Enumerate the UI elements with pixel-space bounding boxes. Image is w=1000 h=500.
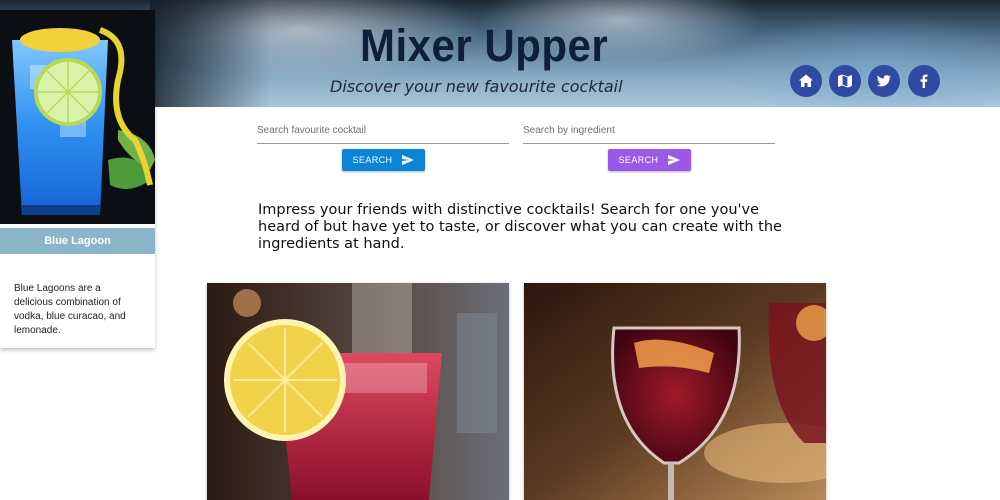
cocktail-card[interactable] [524, 283, 826, 500]
map-icon[interactable] [829, 65, 861, 97]
page: Mixer Upper Discover your new favourite … [0, 0, 1000, 500]
intro-text: Impress your friends with distinctive co… [258, 202, 782, 252]
featured-cocktail-image [0, 10, 155, 224]
home-icon[interactable] [790, 65, 822, 97]
ingredient-search-input[interactable] [523, 120, 775, 136]
send-icon [668, 155, 681, 165]
site-title: Mixer Upper [360, 20, 609, 71]
cocktail-search-button[interactable]: SEARCH [342, 149, 425, 171]
featured-cocktail-name: Blue Lagoon [0, 228, 155, 254]
cocktail-image [207, 283, 509, 500]
featured-cocktail-card[interactable]: Blue Lagoon Blue Lagoons are a delicious… [0, 10, 155, 348]
cocktail-card[interactable] [207, 283, 509, 500]
ingredient-search-button[interactable]: SEARCH [608, 149, 691, 171]
cocktail-search-button-label: SEARCH [352, 155, 393, 165]
site-tagline: Discover your new favourite cocktail [330, 77, 623, 96]
featured-cocktail-description: Blue Lagoons are a delicious combination… [14, 283, 126, 336]
cocktail-search-input[interactable] [257, 120, 509, 136]
ingredient-search-field[interactable] [523, 120, 775, 144]
send-icon [402, 155, 415, 165]
twitter-icon[interactable] [868, 65, 900, 97]
cocktail-search-field[interactable] [257, 120, 509, 144]
facebook-icon[interactable] [908, 65, 940, 97]
cocktail-image [524, 283, 826, 500]
ingredient-search-button-label: SEARCH [618, 155, 659, 165]
